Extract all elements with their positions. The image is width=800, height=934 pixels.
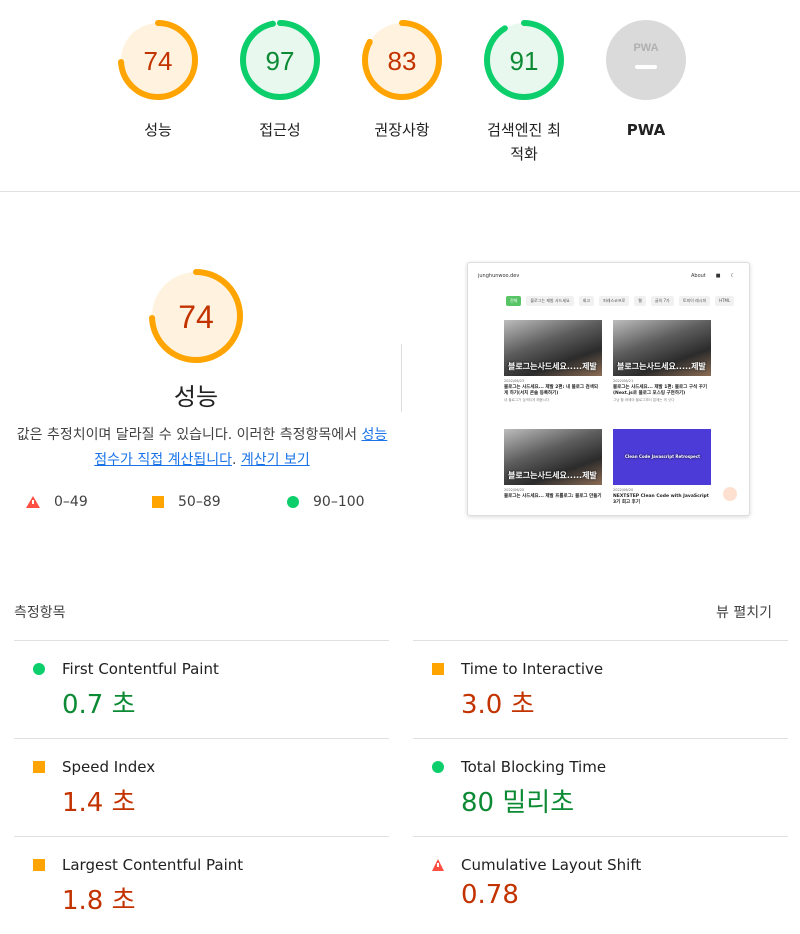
gauge-ring: 91 xyxy=(484,20,564,100)
description-text: 값은 추정치이며 달라질 수 있습니다. 이러한 측정항목에서 xyxy=(16,427,358,443)
gauge-score: 83 xyxy=(388,46,417,76)
gauge-label: 성능 xyxy=(144,121,172,139)
legend-range: 50–89 xyxy=(178,494,221,510)
performance-title: 성능 xyxy=(173,383,219,411)
gauge-score: 91 xyxy=(510,46,539,76)
pwa-badge-icon: PWA xyxy=(606,20,686,100)
metric-name: Largest Contentful Paint xyxy=(62,856,244,874)
gauge-pwa[interactable]: PWA PWA xyxy=(606,20,686,142)
performance-description: 값은 추정치이며 달라질 수 있습니다. 이러한 측정항목에서 성능 점수가 직… xyxy=(16,427,388,468)
metric-value: 0.7 초 xyxy=(62,690,136,720)
metric-cls: Cumulative Layout Shift 0.78 xyxy=(413,836,788,934)
gauge-ring: 97 xyxy=(240,20,320,100)
nav-item: 웹 xyxy=(634,296,646,306)
gauge-ring: 83 xyxy=(362,20,442,100)
post-thumbnail: Clean Code Javascript Retrospect xyxy=(613,429,711,485)
metric-fcp: First Contentful Paint 0.7 초 xyxy=(14,640,389,738)
metric-value: 1.4 초 xyxy=(62,788,136,818)
circle-icon xyxy=(33,663,45,675)
metric-value: 0.78 xyxy=(461,880,519,910)
legend-range: 90–100 xyxy=(313,494,365,510)
legend-pass: 90–100 xyxy=(287,494,365,510)
metric-value: 80 밀리초 xyxy=(461,788,575,818)
nav-item: 회고 xyxy=(578,296,595,306)
nav-item: 전체 xyxy=(506,296,522,306)
legend-average: 50–89 xyxy=(152,494,221,510)
performance-score: 74 xyxy=(178,299,214,335)
metric-tbt: Total Blocking Time 80 밀리초 xyxy=(413,738,788,836)
about-link: About xyxy=(690,273,706,279)
post-card: 블로그는사드세요.....제발 2022/06/20 블로그는 사드세요... … xyxy=(504,429,602,500)
post-card: 블로그는사드세요.....제발 2022/06/21 블로그는 사드세요... … xyxy=(613,320,711,403)
gauge-accessibility[interactable]: 97 접근성 xyxy=(240,20,320,142)
triangle-icon xyxy=(432,859,444,871)
category-gauges: 74 성능 97 접근성 83 권장사항 91 검색엔진 최적화 PWA PWA xyxy=(0,0,800,192)
square-icon xyxy=(33,859,45,871)
metric-value: 1.8 초 xyxy=(62,886,136,916)
metric-lcp: Largest Contentful Paint 1.8 초 xyxy=(14,836,389,934)
metric-name: Total Blocking Time xyxy=(461,758,607,776)
site-header: junghunwoo.dev About ■ ☾ xyxy=(468,263,749,287)
gauge-score: 97 xyxy=(266,46,295,76)
github-icon: ■ xyxy=(715,273,721,279)
metric-name: Time to Interactive xyxy=(461,660,604,678)
calculator-link[interactable]: 계산기 보기 xyxy=(241,452,310,468)
metrics-heading: 측정항목 xyxy=(14,605,66,621)
gauge-score: 74 xyxy=(144,46,173,76)
square-icon xyxy=(432,663,444,675)
post-thumbnail: 블로그는사드세요.....제발 xyxy=(613,320,711,376)
expand-view-button[interactable]: 뷰 펼치기 xyxy=(716,602,772,622)
metric-tti: Time to Interactive 3.0 초 xyxy=(413,640,788,738)
site-name: junghunwoo.dev xyxy=(478,273,520,279)
performance-score-gauge: 74 xyxy=(149,269,243,363)
pwa-badge-text: PWA xyxy=(633,42,658,54)
gauge-best-practices[interactable]: 83 권장사항 xyxy=(362,20,442,142)
square-icon xyxy=(33,761,45,773)
moon-icon: ☾ xyxy=(730,273,735,279)
legend-fail: 0–49 xyxy=(26,494,88,510)
post-thumbnail: 블로그는사드세요.....제발 xyxy=(504,320,602,376)
nav-item: 토피이 레시피 xyxy=(678,296,711,306)
metric-speed-index: Speed Index 1.4 초 xyxy=(14,738,389,836)
post-card: 블로그는사드세요.....제발 2022/06/23 블로그는 사드세요... … xyxy=(504,320,602,403)
site-nav: 전체 블로그는 제발 사드세요 회고 퍼레스코프로 웹 글의 7가 토피이 레시… xyxy=(506,296,735,306)
gauge-seo[interactable]: 91 검색엔진 최적화 xyxy=(484,20,564,166)
nav-item: 글의 7가 xyxy=(650,296,674,306)
circle-icon xyxy=(287,496,299,508)
nav-item: 퍼레스코프로 xyxy=(599,296,630,306)
square-icon xyxy=(152,496,164,508)
final-screenshot[interactable]: junghunwoo.dev About ■ ☾ 전체 블로그는 제발 사드세요 회… xyxy=(467,262,750,516)
metric-name: Cumulative Layout Shift xyxy=(461,856,642,874)
gauge-label: PWA xyxy=(626,121,666,139)
nav-item: HTML xyxy=(715,296,735,306)
metric-value: 3.0 초 xyxy=(461,690,535,720)
metric-name: Speed Index xyxy=(62,758,156,776)
post-thumbnail: 블로그는사드세요.....제발 xyxy=(504,429,602,485)
gauge-label: 권장사항 xyxy=(374,121,430,139)
circle-icon xyxy=(432,761,444,773)
legend-range: 0–49 xyxy=(54,494,88,510)
gauge-label: 검색엔진 최적화 xyxy=(487,121,561,163)
gauge-label: 접근성 xyxy=(259,121,301,139)
post-card: Clean Code Javascript Retrospect 2022/06… xyxy=(613,429,711,506)
vertical-divider xyxy=(401,344,402,412)
chat-icon xyxy=(723,487,737,501)
nav-item: 블로그는 제발 사드세요 xyxy=(526,296,574,306)
triangle-icon xyxy=(26,496,40,508)
gauge-performance[interactable]: 74 성능 xyxy=(118,20,198,142)
gauge-ring: 74 xyxy=(118,20,198,100)
metric-name: First Contentful Paint xyxy=(62,660,219,678)
